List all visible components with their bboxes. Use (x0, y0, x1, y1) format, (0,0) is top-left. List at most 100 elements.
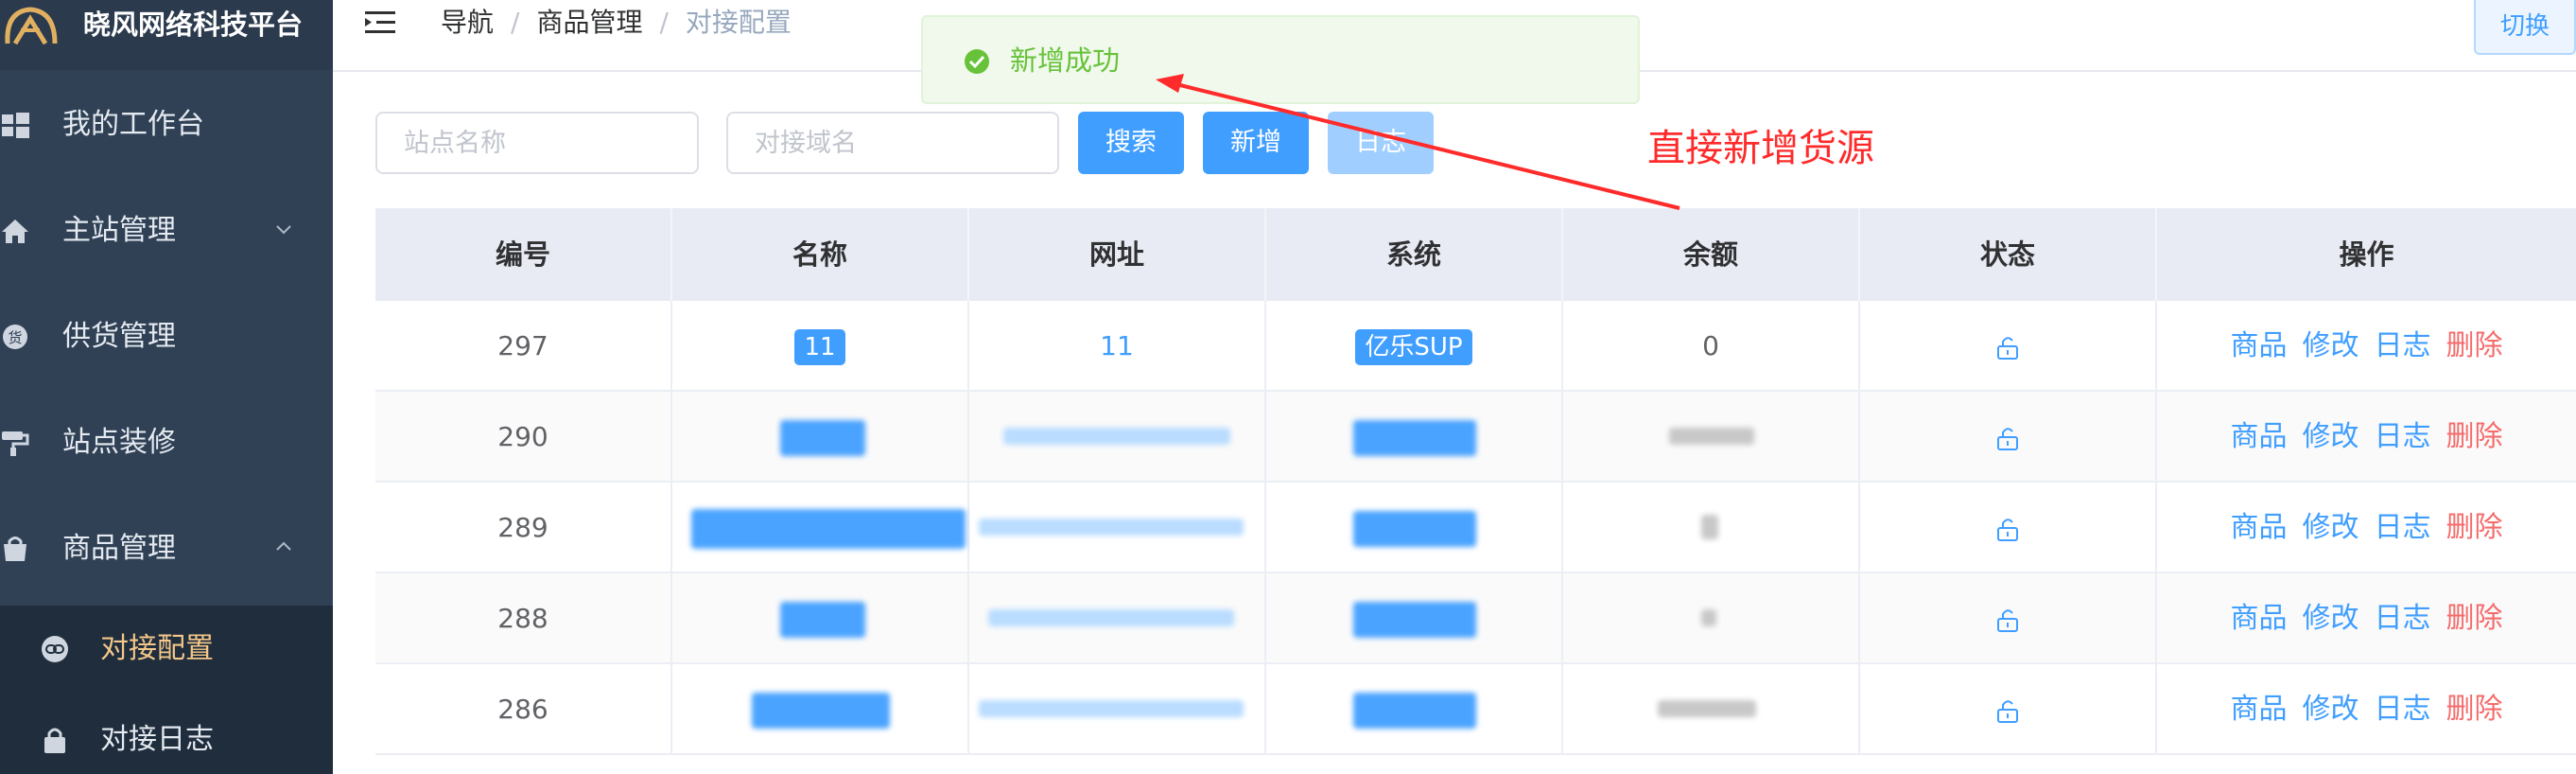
table-header: 编号 名称 网址 系统 余额 状态 操作 (375, 208, 2576, 301)
column-header-url: 网址 (969, 208, 1266, 301)
edit-action[interactable]: 修改 (2303, 602, 2359, 635)
site-name-input[interactable] (375, 112, 699, 174)
products-action[interactable]: 商品 (2231, 511, 2288, 544)
cell-id: 288 (375, 573, 672, 664)
sidebar: 晓风网络科技平台 我的工作台 主站管理 货 供货管理 站点装修 商品管理 对接配… (0, 0, 333, 774)
breadcrumb-separator: / (511, 7, 520, 38)
sidebar-subitem-dock-config[interactable]: 对接配置 (0, 606, 333, 696)
unlock-icon[interactable] (1995, 607, 2020, 633)
edit-action[interactable]: 修改 (2303, 329, 2359, 362)
log-button[interactable]: 日志 (1328, 112, 1434, 174)
products-action[interactable]: 商品 (2231, 602, 2288, 635)
delete-action[interactable]: 删除 (2446, 329, 2503, 362)
blurred-balance (1701, 515, 1718, 539)
submenu-products: 对接配置 对接日志 (0, 606, 333, 774)
cell-actions: 商品 修改 日志 删除 (2157, 301, 2576, 392)
app-title: 晓风网络科技平台 (83, 9, 304, 41)
sidebar-item-label: 供货管理 (62, 320, 176, 353)
cell-balance: 0 (1563, 301, 1860, 392)
cell-actions: 商品 修改 日志 删除 (2157, 664, 2576, 755)
cell-balance (1563, 573, 1860, 664)
name-tag: 11 (794, 329, 845, 365)
success-toast: 新增成功 (921, 15, 1640, 104)
breadcrumb-item-products[interactable]: 商品管理 (536, 7, 642, 38)
log-action[interactable]: 日志 (2375, 693, 2431, 726)
column-header-name: 名称 (672, 208, 969, 301)
unlock-icon[interactable] (1995, 516, 2020, 542)
unlock-icon[interactable] (1995, 697, 2020, 724)
log-action[interactable]: 日志 (2375, 329, 2431, 362)
system-tag: 亿乐SUP (1355, 329, 1472, 365)
sidebar-item-workbench[interactable]: 我的工作台 (0, 79, 333, 170)
column-header-balance: 余额 (1563, 208, 1860, 301)
chevron-up-icon (276, 541, 291, 551)
delete-action[interactable]: 删除 (2446, 511, 2503, 544)
delete-action[interactable]: 删除 (2446, 602, 2503, 635)
blurred-name (780, 420, 865, 456)
search-button[interactable]: 搜索 (1078, 112, 1184, 174)
sidebar-item-products[interactable]: 商品管理 (0, 503, 333, 594)
breadcrumb-separator: / (659, 7, 669, 38)
sidebar-item-decoration[interactable]: 站点装修 (0, 397, 333, 488)
logo-icon (5, 7, 58, 45)
toast-message: 新增成功 (1010, 44, 1121, 77)
products-action[interactable]: 商品 (2231, 420, 2288, 453)
blurred-balance (1669, 428, 1754, 445)
cell-name (672, 664, 969, 755)
blurred-url (979, 519, 1244, 536)
sidebar-subitem-label: 对接配置 (100, 632, 214, 665)
dock-config-table: 编号 名称 网址 系统 余额 状态 操作 297 11 11 亿乐SUP 0 商… (375, 208, 2576, 774)
home-icon (2, 220, 28, 243)
breadcrumb-item-current: 对接配置 (685, 7, 792, 38)
blurred-url (988, 609, 1234, 626)
unlock-icon[interactable] (1995, 334, 2020, 361)
url-link[interactable]: 11 (1100, 330, 1134, 361)
products-action[interactable]: 商品 (2231, 693, 2288, 726)
sidebar-item-supply[interactable]: 货 供货管理 (0, 291, 333, 382)
column-header-system: 系统 (1266, 208, 1563, 301)
edit-action[interactable]: 修改 (2303, 693, 2359, 726)
cell-system: 亿乐SUP (1266, 301, 1563, 392)
sidebar-item-main-site[interactable]: 主站管理 (0, 185, 333, 276)
edit-action[interactable]: 修改 (2303, 511, 2359, 544)
cell-id: 289 (375, 483, 672, 573)
unlock-icon[interactable] (1995, 425, 2020, 451)
log-action[interactable]: 日志 (2375, 511, 2431, 544)
cell-status (1860, 664, 2157, 755)
blurred-system (1353, 420, 1476, 456)
cell-status (1860, 573, 2157, 664)
breadcrumb-item-nav[interactable]: 导航 (441, 7, 494, 38)
breadcrumb: 导航 / 商品管理 / 对接配置 (441, 4, 792, 42)
cell-id: 290 (375, 392, 672, 483)
edit-action[interactable]: 修改 (2303, 420, 2359, 453)
menu-fold-icon[interactable] (365, 9, 397, 36)
domain-input[interactable] (726, 112, 1059, 174)
log-action[interactable]: 日志 (2375, 602, 2431, 635)
sidebar-subitem-label: 对接日志 (100, 723, 214, 756)
blurred-url (979, 700, 1244, 717)
blurred-name (780, 602, 865, 638)
log-action[interactable]: 日志 (2375, 420, 2431, 453)
blurred-name (752, 693, 890, 729)
sidebar-subitem-dock-log[interactable]: 对接日志 (0, 696, 333, 774)
cell-system (1266, 392, 1563, 483)
sidebar-item-label: 站点装修 (62, 426, 176, 459)
cell-name (672, 483, 969, 573)
blurred-system (1353, 693, 1476, 729)
products-action[interactable]: 商品 (2231, 329, 2288, 362)
delete-action[interactable]: 删除 (2446, 420, 2503, 453)
add-button[interactable]: 新增 (1203, 112, 1309, 174)
blurred-url (1003, 428, 1230, 445)
annotation-text: 直接新增货源 (1647, 127, 1874, 170)
badge-icon: 货 (3, 325, 27, 349)
cell-url (969, 392, 1266, 483)
cell-url (969, 483, 1266, 573)
success-check-icon (965, 49, 989, 74)
table-row: 288 商品 修改 日志 删除 (375, 573, 2576, 664)
delete-action[interactable]: 删除 (2446, 693, 2503, 726)
cell-name (672, 573, 969, 664)
blurred-name (691, 509, 966, 549)
blurred-balance (1701, 609, 1716, 626)
switch-button[interactable]: 切换 (2474, 0, 2576, 55)
cell-url (969, 573, 1266, 664)
